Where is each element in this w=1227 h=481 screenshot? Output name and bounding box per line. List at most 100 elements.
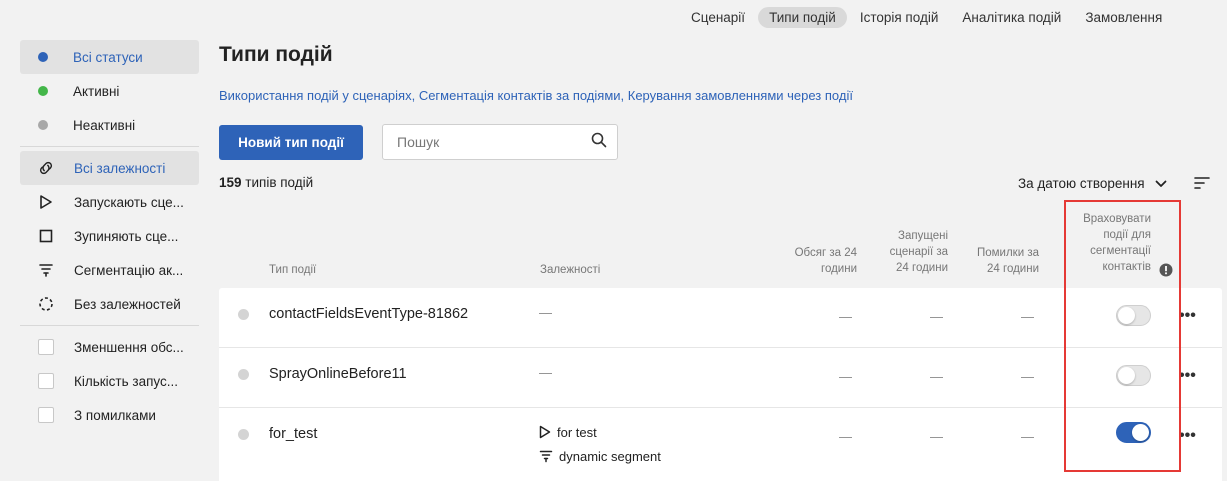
column-header-volume: Обсяг за 24 години <box>770 245 857 277</box>
table-row[interactable]: for_test for test dynamic segment — — — … <box>219 408 1222 481</box>
sidebar-item-label: Неактивні <box>73 117 136 133</box>
volume-cell: — <box>839 369 852 384</box>
sidebar-item-inactive[interactable]: Неактивні <box>20 108 199 142</box>
sidebar-item-label: Кількість запус... <box>74 373 179 389</box>
sidebar-item-segmentation[interactable]: Сегментацію ак... <box>20 253 199 287</box>
column-header-dependencies: Залежності <box>540 264 601 276</box>
search-icon[interactable] <box>591 132 607 153</box>
dependency-item[interactable]: dynamic segment <box>539 444 661 468</box>
tab-event-analytics[interactable]: Аналітика подій <box>951 7 1072 28</box>
tab-event-history[interactable]: Історія подій <box>849 7 950 28</box>
page-title: Типи подій <box>219 43 333 66</box>
sidebar-item-label: Зупиняють сце... <box>74 228 179 244</box>
status-dot-icon <box>238 429 249 440</box>
play-icon <box>539 425 551 439</box>
header-line: Обсяг за 24 <box>794 247 857 259</box>
checkbox[interactable] <box>38 373 54 389</box>
column-header-type: Тип події <box>269 264 317 276</box>
dependency-item[interactable]: for test <box>539 420 661 444</box>
sidebar-item-all-dependencies[interactable]: Всі залежності <box>20 151 199 185</box>
top-nav: Сценарії Типи подій Історія подій Аналіт… <box>680 6 1175 28</box>
dependencies-cell: — <box>539 365 552 380</box>
column-header-scenarios: Запущені сценарії за 24 години <box>868 228 948 276</box>
errors-cell: — <box>1021 429 1034 444</box>
header-line: сегментації <box>1090 245 1151 257</box>
dependency-label: dynamic segment <box>559 448 661 464</box>
search-box <box>382 124 618 160</box>
sidebar-item-label: Активні <box>73 83 120 99</box>
sidebar-item-stops-scenarios[interactable]: Зупиняють сце... <box>20 219 199 253</box>
link-separator: , <box>411 88 419 103</box>
sidebar-item-volume-decrease[interactable]: Зменшення обс... <box>20 330 199 364</box>
play-icon <box>38 194 54 210</box>
dependency-label: for test <box>557 424 597 440</box>
event-type-name[interactable]: contactFieldsEventType-81862 <box>269 306 468 322</box>
sidebar-item-starts-scenarios[interactable]: Запускають сце... <box>20 185 199 219</box>
status-dot-icon <box>238 309 249 320</box>
link-segmentation[interactable]: Сегментація контактів за подіями <box>419 88 621 103</box>
column-header-segmentation: Враховувати події для сегментації контак… <box>1064 211 1151 275</box>
sidebar-item-launch-count[interactable]: Кількість запус... <box>20 364 199 398</box>
new-event-type-button[interactable]: Новий тип події <box>219 125 363 160</box>
checkbox[interactable] <box>38 339 54 355</box>
toggle-knob <box>1118 307 1135 324</box>
sidebar-filters: Всі статуси Активні Неактивні Всі залежн… <box>20 40 199 432</box>
segmentation-toggle[interactable] <box>1116 422 1151 443</box>
link-icon <box>38 160 54 176</box>
volume-cell: — <box>839 429 852 444</box>
sort-label: За датою створення <box>1018 176 1145 191</box>
link-orders[interactable]: Керування замовленнями через події <box>628 88 853 103</box>
more-actions-icon[interactable]: ••• <box>1179 307 1196 325</box>
sidebar-item-all-statuses[interactable]: Всі статуси <box>20 40 199 74</box>
info-icon[interactable] <box>1159 263 1173 282</box>
status-dot-icon <box>38 86 48 96</box>
link-scenarios-usage[interactable]: Використання подій у сценаріях <box>219 88 412 103</box>
scenarios-cell: — <box>930 369 943 384</box>
event-type-count: 159 типів подій <box>219 175 313 190</box>
sidebar-item-label: З помилками <box>74 407 156 423</box>
header-line: контактів <box>1102 261 1151 273</box>
status-dot-icon <box>38 52 48 62</box>
dashed-loop-icon <box>38 296 54 312</box>
errors-cell: — <box>1021 309 1034 324</box>
header-line: події для <box>1103 229 1151 241</box>
checkbox[interactable] <box>38 407 54 423</box>
event-type-name[interactable]: for_test <box>269 426 317 442</box>
segmentation-toggle[interactable] <box>1116 365 1151 386</box>
table-row[interactable]: contactFieldsEventType-81862 — — — — ••• <box>219 288 1222 348</box>
link-separator: , <box>620 88 628 103</box>
search-input[interactable] <box>397 134 591 150</box>
event-type-name[interactable]: SprayOnlineBefore11 <box>269 366 407 382</box>
chevron-down-icon <box>1155 176 1167 191</box>
sidebar-item-label: Сегментацію ак... <box>74 262 184 278</box>
tab-scenarios[interactable]: Сценарії <box>680 7 756 28</box>
more-actions-icon[interactable]: ••• <box>1179 427 1196 445</box>
tab-event-types[interactable]: Типи подій <box>758 6 847 28</box>
header-line: Запущені <box>898 230 948 242</box>
sidebar-item-label: Всі статуси <box>73 49 143 65</box>
status-dot-icon <box>238 369 249 380</box>
header-line: 24 години <box>896 262 948 274</box>
sidebar-item-label: Запускають сце... <box>74 194 184 210</box>
volume-cell: — <box>839 309 852 324</box>
stop-icon <box>38 228 54 244</box>
header-line: Враховувати <box>1083 213 1151 225</box>
sidebar-item-label: Зменшення обс... <box>74 339 184 355</box>
header-line: Помилки за <box>976 247 1039 259</box>
sidebar-item-with-errors[interactable]: З помилками <box>20 398 199 432</box>
more-actions-icon[interactable]: ••• <box>1179 367 1196 385</box>
sidebar-item-no-dependencies[interactable]: Без залежностей <box>20 287 199 321</box>
sort-dropdown[interactable]: За датою створення <box>1018 176 1167 191</box>
table-row[interactable]: SprayOnlineBefore11 — — — — ••• <box>219 348 1222 408</box>
toggle-knob <box>1118 367 1135 384</box>
scenarios-cell: — <box>930 429 943 444</box>
sort-order-icon[interactable] <box>1194 176 1210 195</box>
tab-orders[interactable]: Замовлення <box>1074 7 1173 28</box>
sidebar-item-active[interactable]: Активні <box>20 74 199 108</box>
sidebar-item-label: Без залежностей <box>74 296 181 312</box>
segmentation-toggle[interactable] <box>1116 305 1151 326</box>
funnel-icon <box>539 450 553 463</box>
help-links: Використання подій у сценаріях, Сегмента… <box>219 88 853 103</box>
status-dot-icon <box>38 120 48 130</box>
event-types-table: contactFieldsEventType-81862 — — — — •••… <box>219 288 1222 481</box>
